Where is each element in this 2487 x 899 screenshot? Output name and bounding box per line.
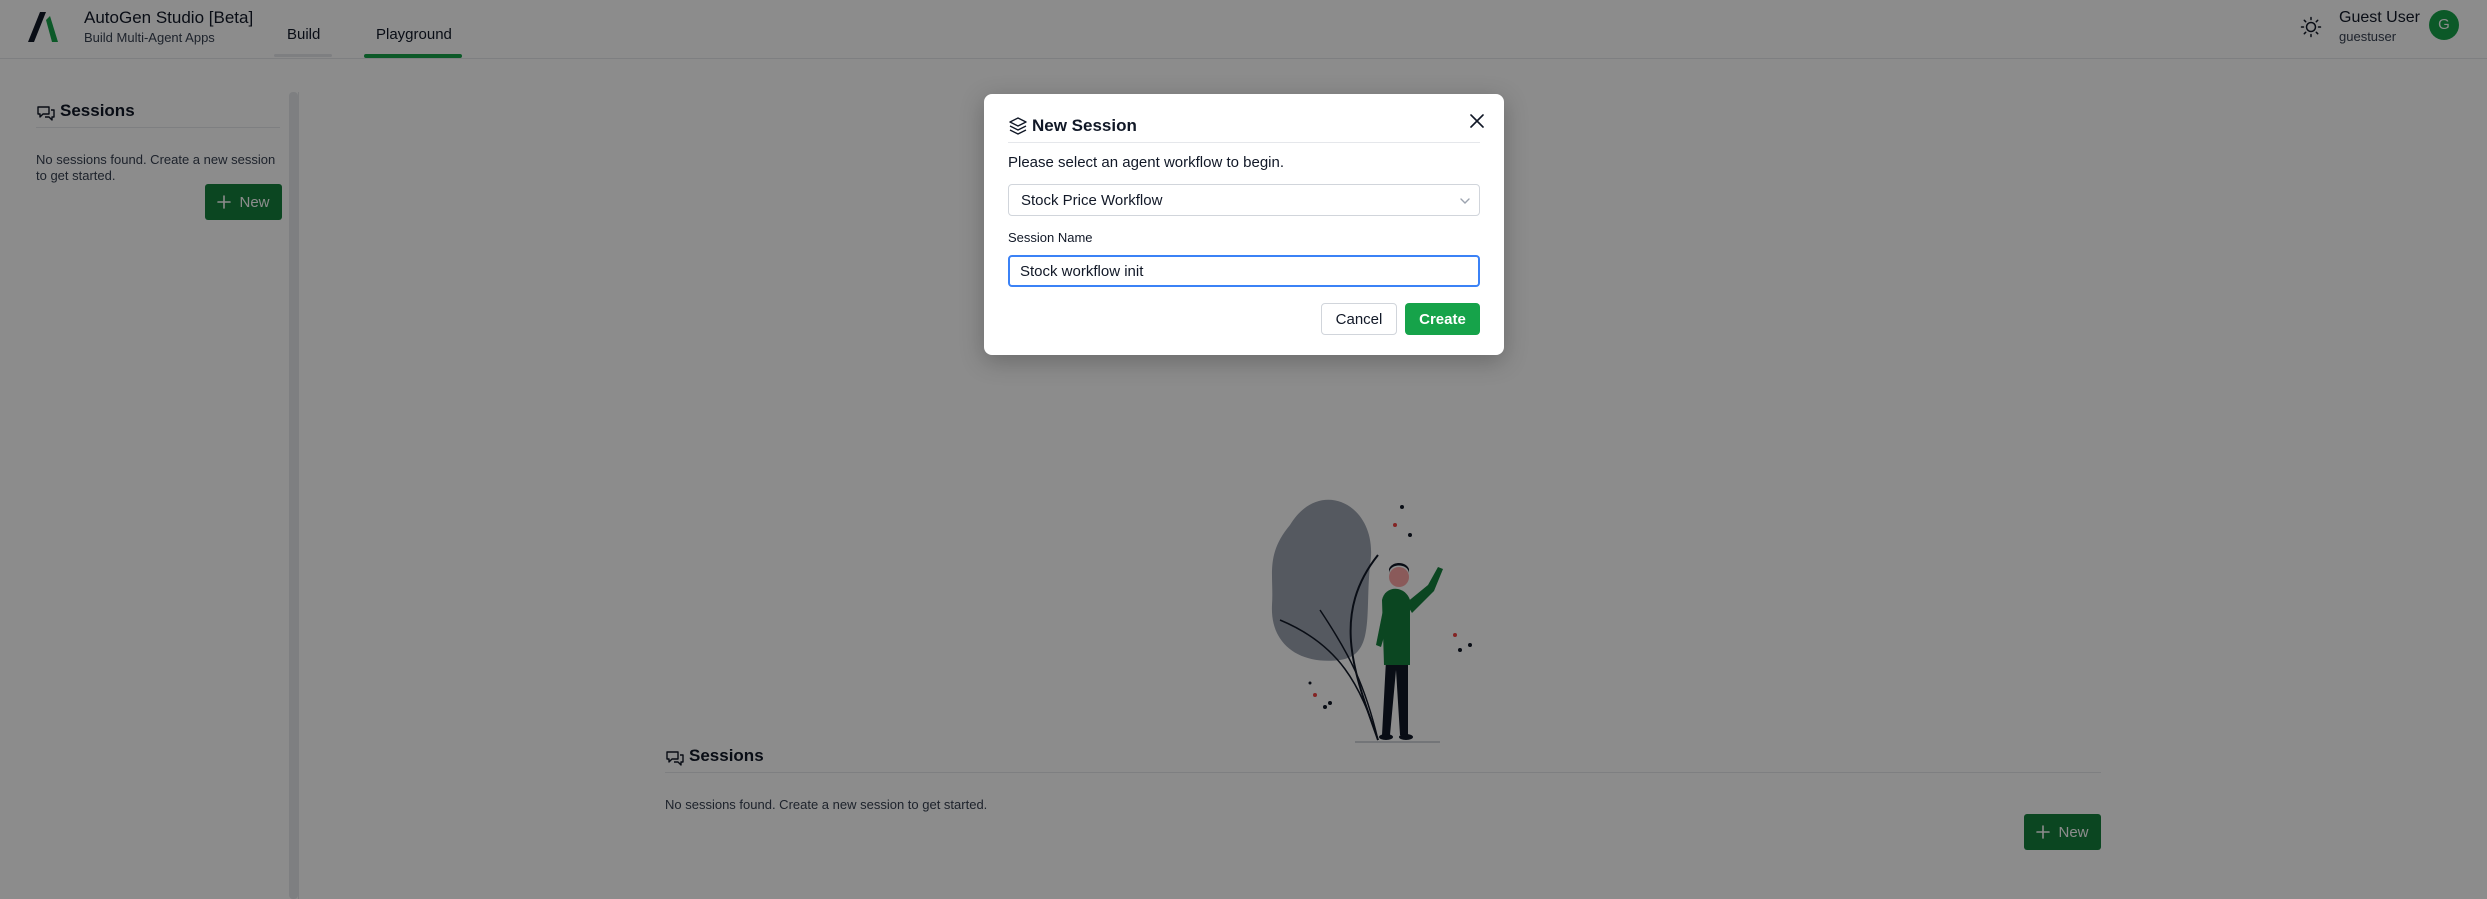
workflow-select-value: Stock Price Workflow [1021,192,1163,209]
session-name-label: Session Name [1008,230,1093,245]
chevron-down-icon [1460,198,1470,204]
session-name-input[interactable] [1008,255,1480,287]
modal-title: New Session [1032,116,1137,135]
modal-instruction: Please select an agent workflow to begin… [1008,154,1284,171]
create-button[interactable]: Create [1405,303,1480,335]
layers-icon [1009,117,1027,135]
workflow-select[interactable]: Stock Price Workflow [1008,184,1480,216]
new-session-modal: New Session Please select an agent workf… [984,94,1504,355]
cancel-button[interactable]: Cancel [1321,303,1397,335]
close-icon[interactable] [1466,110,1488,132]
modal-divider [1008,142,1480,143]
